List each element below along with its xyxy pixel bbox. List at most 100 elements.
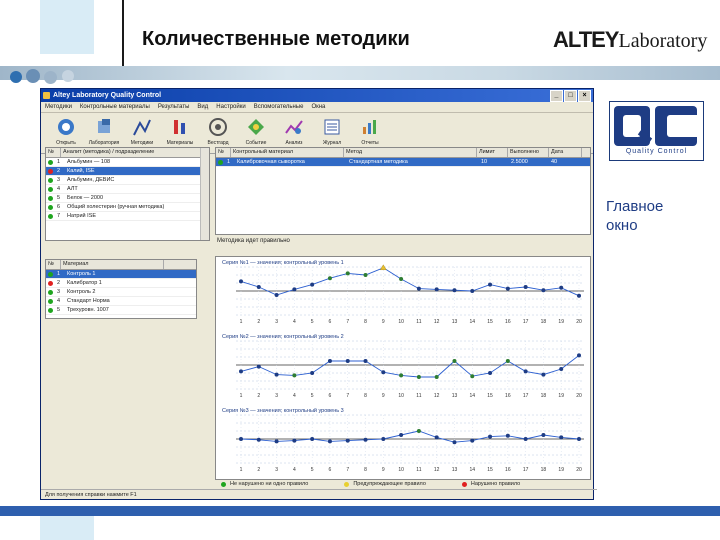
cell-n: 2 [57, 168, 61, 174]
cell-name: Общий холестерин (ручная методика) [67, 204, 165, 210]
data-point [559, 285, 564, 290]
data-point [292, 373, 297, 378]
menu-windows[interactable]: Окна [311, 102, 325, 112]
data-point [345, 438, 350, 443]
day-tick-label: 13 [452, 319, 458, 325]
close-button[interactable]: × [578, 90, 591, 102]
method-row[interactable]: 6 Общий холестерин (ручная методика) [46, 203, 209, 212]
series-line [240, 267, 580, 297]
data-point [416, 286, 421, 291]
day-tick-label: 3 [275, 393, 278, 399]
data-point [399, 373, 404, 378]
data-point [239, 279, 243, 284]
cell-name: АЛТ [67, 186, 78, 192]
result-row[interactable]: 1 Калибровочная сыворотка Стандартная мето… [216, 158, 590, 167]
app-icon [43, 92, 50, 99]
day-tick-label: 20 [576, 467, 582, 473]
cell-name: Калибратор 1 [67, 280, 102, 286]
day-tick-label: 14 [469, 393, 475, 399]
cell-n: 3 [57, 177, 61, 183]
status-indicator-icon [48, 213, 53, 219]
day-tick-label: 7 [346, 319, 349, 325]
toolbar-lab-button[interactable]: Лаборатория [87, 115, 121, 151]
toolbar-open-button[interactable]: Открыть [49, 115, 83, 151]
data-point [505, 286, 510, 291]
cell-n: 4 [57, 298, 61, 304]
cell-n: 4 [57, 186, 61, 192]
day-tick-label: 8 [364, 467, 367, 473]
cell-n: 5 [57, 195, 61, 201]
app-window: Altey Laboratory Quality Control _ □ × М… [40, 88, 597, 500]
altey-logo: ALTEYLaboratory [553, 27, 708, 52]
material-row[interactable]: 5 Трехуровн. 1007 [46, 306, 196, 315]
method-row[interactable]: 4 АЛТ [46, 185, 209, 194]
method-row[interactable]: 5 Белок — 2000 [46, 194, 209, 203]
method-row[interactable]: 7 Натрий ISE [46, 212, 209, 221]
status-indicator-icon [48, 195, 53, 201]
toolbar-journal-button[interactable]: Журнал [315, 115, 349, 151]
cell-name: Альбумин, ДЕВИС [67, 177, 115, 183]
data-point [327, 439, 332, 444]
day-tick-label: 11 [416, 467, 421, 473]
day-tick-label: 19 [558, 467, 564, 473]
chart-caption: Серия №1 — значения; контрольный уровень… [222, 259, 344, 266]
cell-name: Стандарт Норма [67, 298, 110, 304]
cell-n: 1 [57, 159, 61, 165]
cell-limit: 10 [481, 159, 488, 165]
data-point [523, 285, 528, 289]
method-row[interactable]: 2 Калий, ISE [46, 167, 209, 176]
data-point [541, 372, 546, 377]
data-point [381, 370, 386, 375]
data-point [274, 293, 279, 297]
results-table: № Контрольный материал Метод Лимит Выпол… [215, 147, 591, 235]
day-tick-label: 9 [382, 393, 385, 399]
data-point [541, 288, 546, 293]
journal-icon [324, 119, 340, 135]
day-tick-label: 19 [558, 393, 564, 399]
data-point [523, 437, 528, 441]
material-row[interactable]: 3 Контроль 2 [46, 288, 196, 297]
toolbar-method-button[interactable]: Методики [125, 115, 159, 151]
data-point [363, 359, 368, 363]
data-point [505, 359, 510, 363]
window-titlebar[interactable]: Altey Laboratory Quality Control _ □ × [41, 89, 593, 102]
cell-method: Стандартная методика [349, 159, 408, 165]
side-label: Главное окно [606, 198, 664, 234]
maximize-button[interactable]: □ [564, 90, 577, 102]
materials-table: № Материал 1 Контроль 1 2 Калибратор 1 3 Конт… [45, 259, 197, 319]
toolbar-report-button[interactable]: Отчеты [353, 115, 387, 151]
data-point [327, 276, 332, 281]
material-row[interactable]: 1 Контроль 1 [46, 270, 196, 279]
toolbar-westgard-button[interactable]: Вестгард [201, 115, 235, 151]
data-point [452, 440, 457, 445]
data-point [310, 371, 315, 375]
material-row[interactable]: 4 Стандарт Норма [46, 297, 196, 306]
report-icon [363, 120, 376, 134]
toolbar-event-button[interactable]: Событие [239, 115, 273, 151]
menu-results[interactable]: Результаты [158, 102, 190, 112]
material-row[interactable]: 2 Калибратор 1 [46, 279, 196, 288]
toolbar-materials-button[interactable]: Материалы [163, 115, 197, 151]
data-point [452, 288, 457, 293]
minimize-button[interactable]: _ [550, 90, 563, 102]
method-row[interactable]: 3 Альбумин, ДЕВИС [46, 176, 209, 185]
menu-materials[interactable]: Контрольные материалы [80, 102, 150, 112]
westgard-icon [209, 118, 227, 136]
menu-methods[interactable]: Методики [45, 102, 72, 112]
menu-settings[interactable]: Настройки [216, 102, 245, 112]
data-point [310, 282, 315, 287]
day-tick-label: 15 [487, 319, 493, 325]
method-icon [133, 119, 151, 136]
data-point [488, 371, 493, 375]
menu-view[interactable]: Вид [197, 102, 208, 112]
menu-bar: Методики Контрольные материалы Результат… [41, 102, 593, 113]
day-tick-label: 18 [541, 393, 547, 399]
day-tick-label: 20 [576, 393, 582, 399]
menu-tools[interactable]: Вспомогательные [254, 102, 304, 112]
toolbar-analysis-button[interactable]: Анализ [277, 115, 311, 151]
data-point [256, 437, 261, 442]
data-point [363, 437, 368, 442]
methods-scrollbar[interactable] [200, 148, 209, 240]
method-row[interactable]: 1 Альбумин — 108 [46, 158, 209, 167]
data-point [310, 437, 315, 441]
